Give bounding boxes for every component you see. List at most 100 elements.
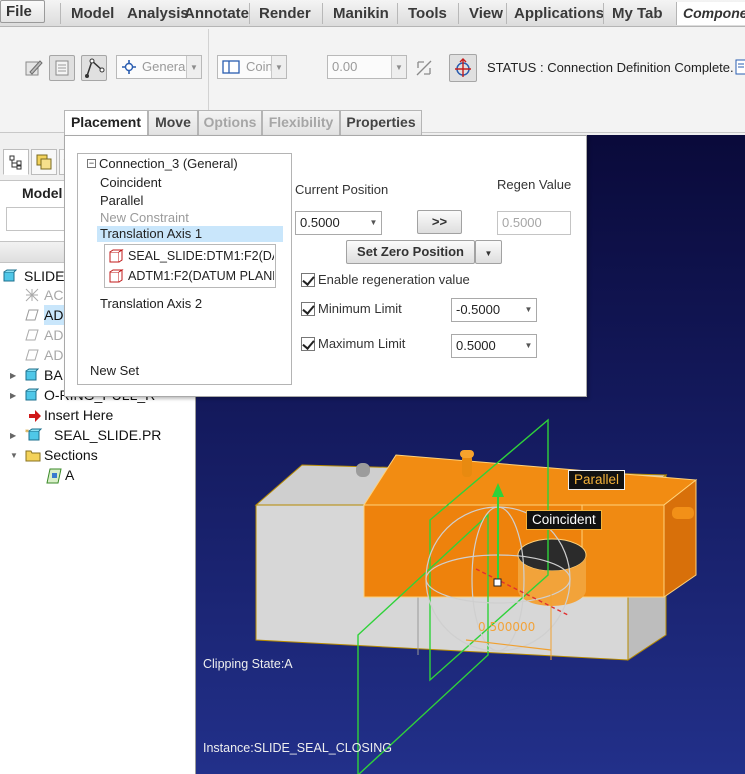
- move-component-icon[interactable]: [449, 54, 477, 82]
- tree-row-section-a[interactable]: A: [65, 465, 74, 485]
- connection-type-combo[interactable]: General ▼: [116, 55, 202, 79]
- tree-row-slide[interactable]: SLIDE: [24, 266, 64, 286]
- file-menu-button[interactable]: File▼: [0, 0, 741, 23]
- maximum-limit-value: 0.5000: [456, 338, 496, 353]
- copy-to-regen-button[interactable]: >>: [417, 210, 462, 234]
- menu-my-tab[interactable]: My Tab: [608, 3, 667, 24]
- general-joint-icon: [121, 59, 137, 78]
- tab-flexibility[interactable]: Flexibility: [262, 110, 340, 135]
- menu-bar: File▼ Model Analysis Annotate Render Man…: [0, 0, 745, 27]
- maximum-limit-checkbox[interactable]: [301, 337, 315, 351]
- current-position-value: 0.5000: [300, 215, 340, 230]
- menu-annotate[interactable]: Annotate: [180, 3, 253, 24]
- tree-row-base[interactable]: BA: [44, 365, 63, 385]
- instance-label: Instance:SLIDE_SEAL_CLOSING: [203, 741, 392, 755]
- new-set[interactable]: New Set: [90, 363, 139, 378]
- connection-root[interactable]: Connection_3 (General): [99, 156, 238, 171]
- tree-row-seal-slide[interactable]: SEAL_SLIDE.PR: [54, 425, 161, 445]
- chevron-down-icon: ▼: [524, 341, 533, 350]
- connection-mechanism-icon[interactable]: [81, 55, 107, 81]
- insert-here-arrow-icon: [28, 409, 42, 423]
- constraint-coincident[interactable]: Coincident: [100, 175, 161, 190]
- status-message: STATUS : Connection Definition Complete.: [487, 60, 734, 75]
- parallel-constraint-callout[interactable]: Parallel: [568, 470, 626, 490]
- datum-plane-icon: [25, 348, 39, 362]
- minimum-limit-value: -0.5000: [456, 302, 501, 317]
- flip-direction-icon[interactable]: [411, 55, 437, 81]
- minimum-limit-checkbox[interactable]: [301, 302, 315, 316]
- datum-plane-icon: [25, 308, 39, 322]
- menu-tools[interactable]: Tools: [404, 3, 451, 24]
- new-constraint[interactable]: New Constraint: [100, 210, 189, 225]
- enable-regeneration-label: Enable regeneration value: [318, 272, 470, 287]
- drag-handle: [493, 578, 502, 587]
- sheet-icon[interactable]: [49, 55, 75, 81]
- tree-row-adtm-selected[interactable]: AD: [44, 305, 63, 325]
- sections-folder-icon: [25, 448, 41, 462]
- connection-tree: − Connection_3 (General) Coincident Para…: [77, 153, 292, 385]
- tab-model-tree[interactable]: [3, 149, 29, 175]
- translation-axis-1[interactable]: Translation Axis 1: [100, 226, 202, 241]
- menu-separator: [322, 3, 323, 24]
- coincident-constraint-callout[interactable]: Coincident: [526, 510, 602, 530]
- slide-top-face: [363, 454, 698, 506]
- orange-pin: [462, 455, 472, 477]
- set-zero-options-button[interactable]: ▼: [475, 240, 502, 264]
- tree-structure-icon: [9, 155, 22, 170]
- axis-references-box: SEAL_SLIDE:DTM1:F2(DATUM PLANE) ADTM1:F2…: [104, 244, 276, 288]
- orange-pin: [460, 450, 474, 458]
- tree-row-adtm[interactable]: AD: [44, 345, 63, 365]
- reference-label: SEAL_SLIDE:DTM1:F2(DATUM PLANE): [128, 249, 274, 263]
- offset-value: 0.00: [332, 59, 358, 74]
- expand-arrow-icon[interactable]: ▶: [10, 431, 20, 441]
- connection-type-value: General: [142, 59, 189, 74]
- tree-row-sections[interactable]: Sections: [44, 445, 98, 465]
- collapse-arrow-icon[interactable]: ▼: [10, 451, 20, 461]
- tab-options[interactable]: Options: [198, 110, 262, 135]
- tab-properties[interactable]: Properties: [340, 110, 422, 135]
- expand-arrow-icon[interactable]: ▶: [10, 391, 20, 401]
- maximum-limit-input[interactable]: 0.5000 ▼: [451, 334, 537, 358]
- reference-adtm1[interactable]: ADTM1:F2(DATUM PLANE): [108, 267, 274, 286]
- chevron-down-icon: ▼: [369, 218, 378, 227]
- chevron-down-icon: ▼: [186, 56, 201, 78]
- info-icon[interactable]: [735, 59, 745, 75]
- menu-model[interactable]: Model: [67, 3, 118, 24]
- svg-text:*: *: [25, 428, 29, 437]
- tab-layers[interactable]: [31, 149, 57, 175]
- menu-view[interactable]: View: [465, 3, 507, 24]
- enable-regeneration-checkbox[interactable]: [301, 273, 315, 287]
- dimension-value: 0.500000: [478, 620, 535, 634]
- offset-value-combo[interactable]: 0.00 ▼: [327, 55, 407, 79]
- reference-label: ADTM1:F2(DATUM PLANE): [128, 269, 274, 283]
- tree-row-adtm[interactable]: AD: [44, 325, 63, 345]
- minimum-limit-input[interactable]: -0.5000 ▼: [451, 298, 537, 322]
- component-tab-title[interactable]: Component: [676, 2, 745, 25]
- tab-move[interactable]: Move: [148, 110, 198, 135]
- placement-panel: − Connection_3 (General) Coincident Para…: [64, 135, 587, 397]
- tree-row-insert-here[interactable]: Insert Here: [44, 405, 113, 425]
- collapse-icon[interactable]: −: [87, 159, 96, 168]
- tree-row-acs[interactable]: AC: [44, 285, 63, 305]
- menu-render[interactable]: Render: [255, 3, 315, 24]
- menu-separator: [458, 3, 459, 24]
- pencil-edit-icon[interactable]: [21, 55, 47, 81]
- tab-placement[interactable]: Placement: [64, 110, 148, 136]
- menu-manikin[interactable]: Manikin: [329, 3, 393, 24]
- model-tree-search-field[interactable]: [6, 207, 66, 231]
- menu-separator: [60, 3, 61, 24]
- constraint-parallel[interactable]: Parallel: [100, 193, 143, 208]
- coincident-constraint-icon: [222, 59, 240, 78]
- constraint-type-combo[interactable]: Coinci ▼: [217, 55, 287, 79]
- part-reference-icon: [109, 249, 124, 263]
- orange-pin: [672, 507, 694, 519]
- part-icon: [25, 388, 40, 402]
- regen-value-input[interactable]: 0.5000: [497, 211, 571, 235]
- expand-arrow-icon[interactable]: ▶: [10, 371, 20, 381]
- menu-applications[interactable]: Applications: [510, 3, 608, 24]
- reference-seal-slide-dtm1[interactable]: SEAL_SLIDE:DTM1:F2(DATUM PLANE): [108, 247, 274, 266]
- set-zero-position-button[interactable]: Set Zero Position: [346, 240, 475, 264]
- part-icon: [25, 368, 40, 382]
- current-position-input[interactable]: 0.5000 ▼: [295, 211, 382, 235]
- translation-axis-2[interactable]: Translation Axis 2: [100, 296, 202, 311]
